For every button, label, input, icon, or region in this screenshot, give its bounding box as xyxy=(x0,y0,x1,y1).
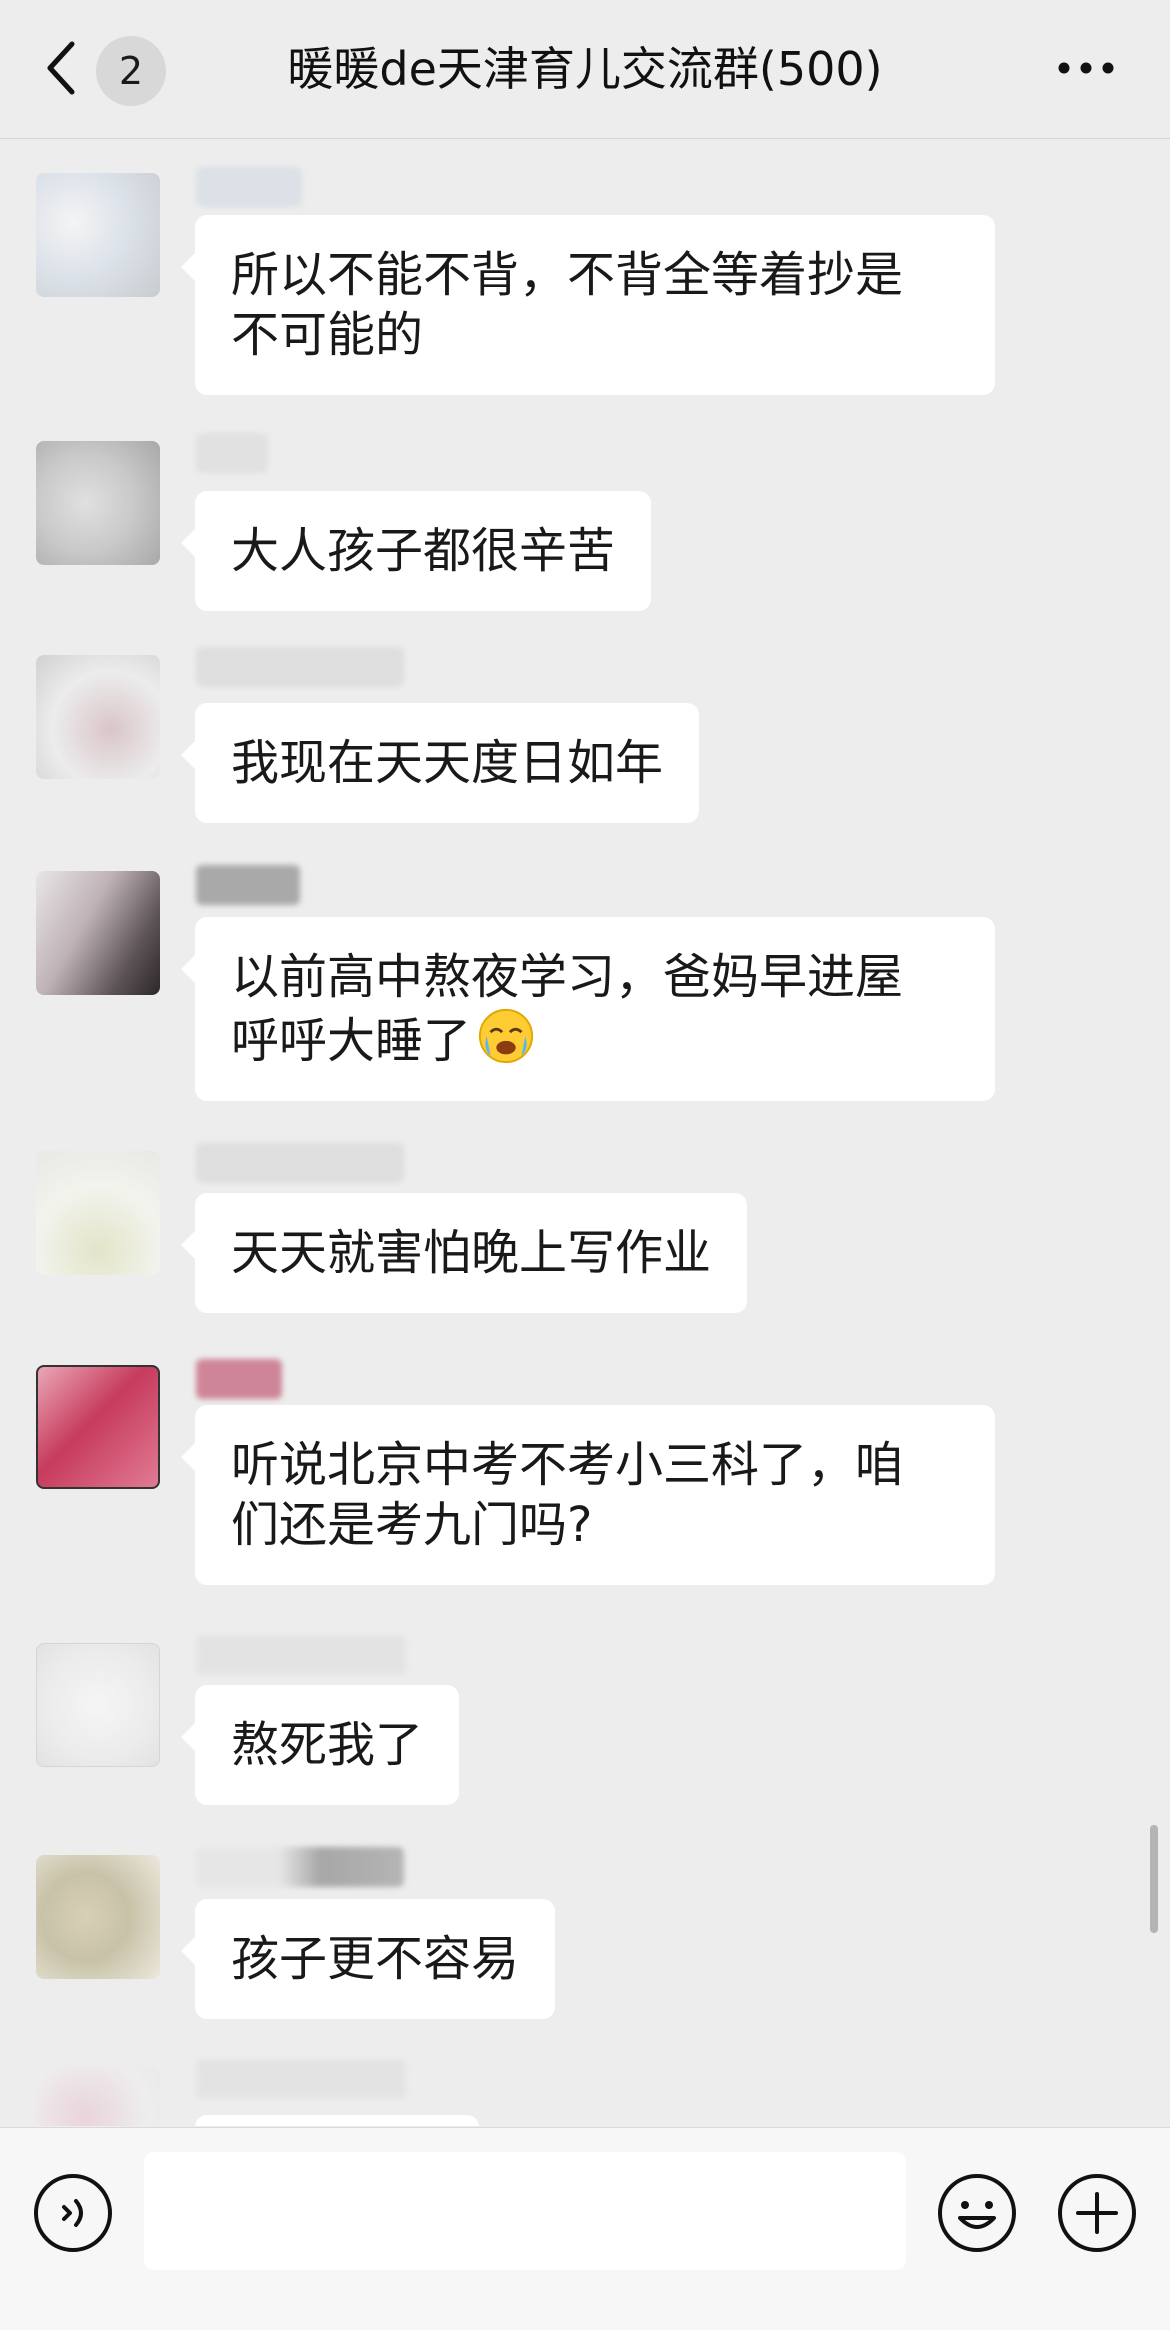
sender-name[interactable] xyxy=(196,433,268,473)
avatar[interactable] xyxy=(36,441,160,565)
message-bubble[interactable]: 听说北京中考不考小三科了，咱 们还是考九门吗? xyxy=(181,1405,995,1585)
sender-name[interactable] xyxy=(196,1635,406,1675)
message-input[interactable] xyxy=(144,2152,906,2270)
plus-icon[interactable] xyxy=(1056,2172,1138,2254)
sender-name[interactable] xyxy=(196,1847,404,1887)
message-bubble[interactable]: 以前高中熬夜学习，爸妈早进屋 呼呼大睡了 xyxy=(181,917,995,1101)
sender-name[interactable] xyxy=(196,647,404,687)
message-bubble[interactable]: 大人孩子都很辛苦 xyxy=(180,491,652,611)
chat-title: 暖暖de天津育儿交流群(500) xyxy=(287,42,883,96)
message-bubble[interactable]: 孩子更不容易 xyxy=(180,1899,556,2019)
unread-count-badge[interactable]: 2 xyxy=(96,36,166,106)
avatar[interactable] xyxy=(36,1365,160,1489)
avatar[interactable] xyxy=(36,871,160,995)
emoji-icon[interactable] xyxy=(936,2172,1018,2254)
scrollbar[interactable] xyxy=(1150,1825,1158,1933)
avatar[interactable] xyxy=(36,173,160,297)
sender-name[interactable] xyxy=(196,167,302,207)
avatar[interactable] xyxy=(36,1151,160,1275)
chevron-left-icon[interactable] xyxy=(42,38,82,98)
input-bar xyxy=(0,2127,1170,2330)
message-bubble[interactable]: 所以不能不背，不背全等着抄是 不可能的 xyxy=(181,215,995,395)
avatar[interactable] xyxy=(36,655,160,779)
sender-name[interactable] xyxy=(196,865,300,905)
message-bubble[interactable]: 我现在天天度日如年 xyxy=(180,703,700,823)
avatar[interactable] xyxy=(36,2067,160,2126)
top-nav-bar: 2 暖暖de天津育儿交流群(500) xyxy=(0,0,1170,139)
avatar[interactable] xyxy=(36,1855,160,1979)
avatar[interactable] xyxy=(36,1643,160,1767)
sender-name[interactable] xyxy=(196,2059,406,2099)
message-bubble[interactable] xyxy=(195,2115,479,2126)
message-text: 以前高中熬夜学习，爸妈早进屋 呼呼大睡了 xyxy=(231,949,904,1069)
message-bubble[interactable]: 熬死我了 xyxy=(180,1685,460,1805)
crying-face-emoji xyxy=(478,1008,534,1064)
sender-name[interactable] xyxy=(196,1143,404,1183)
message-bubble[interactable]: 天天就害怕晚上写作业 xyxy=(180,1193,748,1313)
chat-message-list[interactable]: 所以不能不背，不背全等着抄是 不可能的 大人孩子都很辛苦 我现在天天度日如年 以… xyxy=(0,139,1170,2126)
sender-name[interactable] xyxy=(196,1359,282,1399)
voice-icon[interactable] xyxy=(32,2172,114,2254)
more-dots-icon[interactable] xyxy=(1056,60,1116,76)
